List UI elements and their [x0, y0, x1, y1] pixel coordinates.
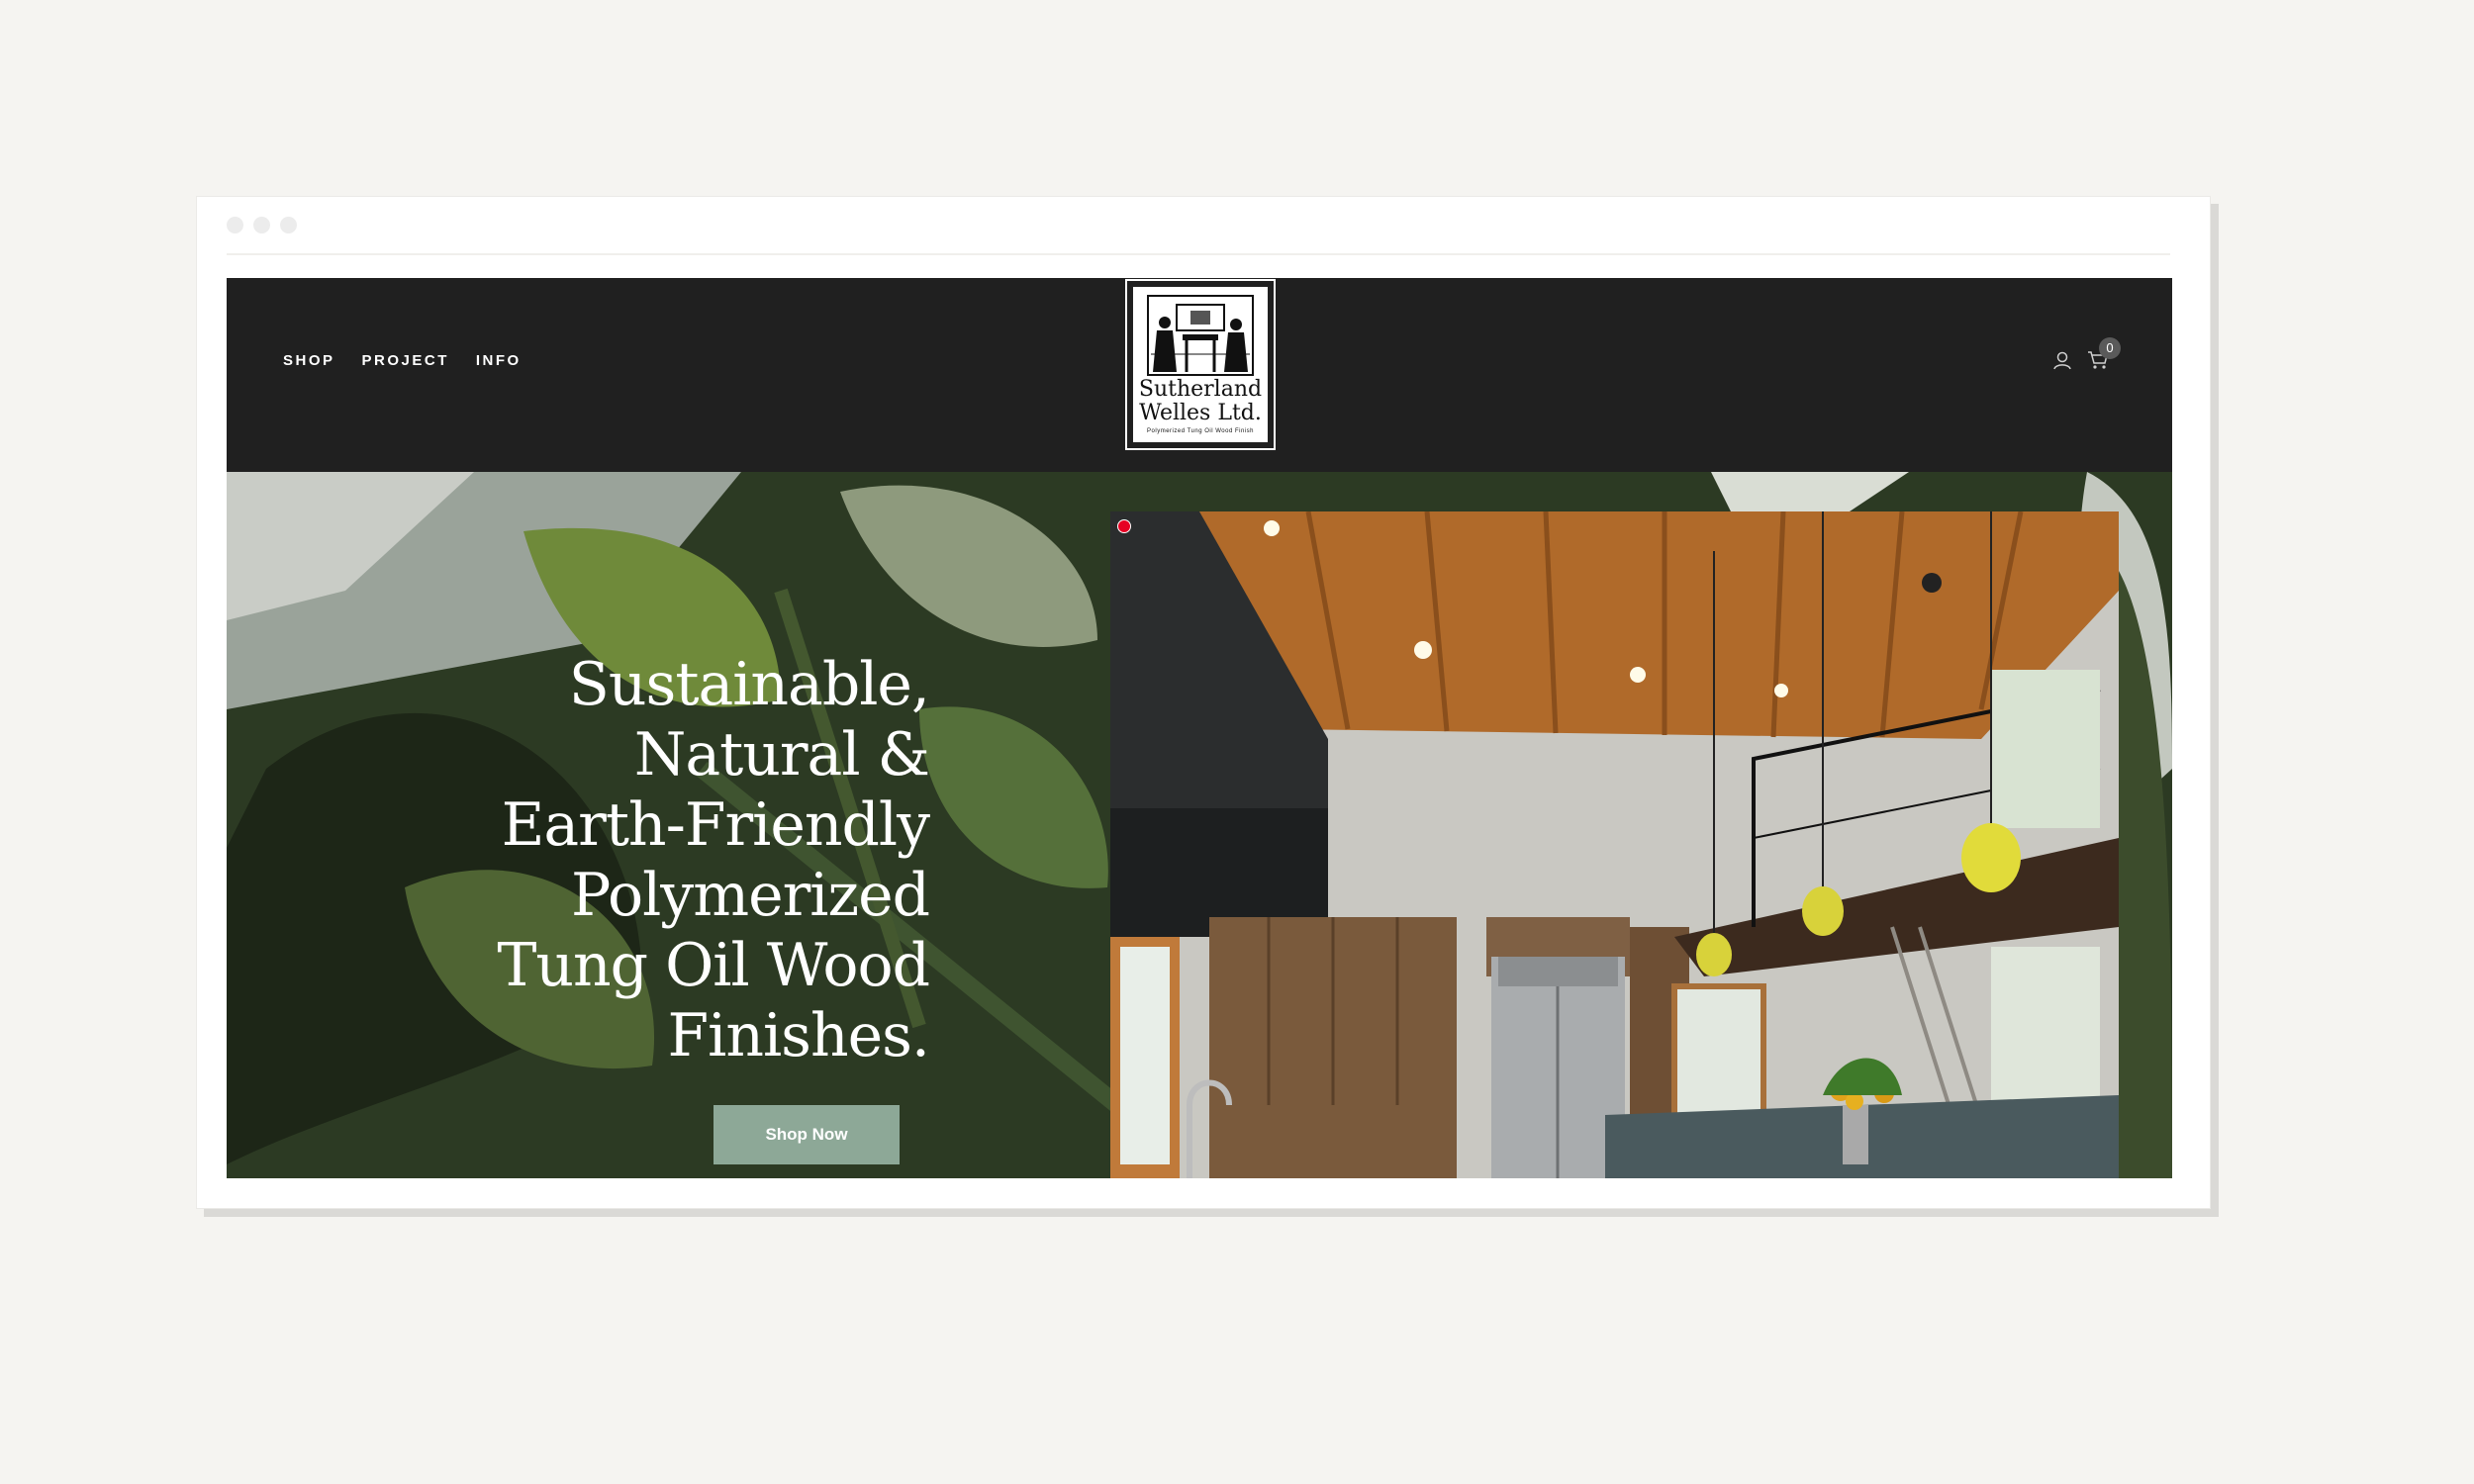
shop-now-button[interactable]: Shop Now: [714, 1105, 900, 1164]
hero-headline-line: Sustainable,: [568, 650, 930, 719]
logo-name-line1: Sutherland: [1138, 377, 1263, 402]
hero-headline-line: Finishes.: [667, 1001, 930, 1070]
site-logo[interactable]: Sutherland Welles Ltd. Polymerized Tung …: [1125, 279, 1276, 450]
logo-illustration: [1147, 295, 1254, 376]
header-actions: 0: [2049, 337, 2121, 373]
nav-project[interactable]: PROJECT: [362, 352, 449, 369]
window-dot-minimize[interactable]: [253, 217, 270, 233]
main-nav: SHOP PROJECT INFO: [283, 352, 522, 369]
hero-headline-line: Polymerized: [571, 861, 930, 930]
kitchen-interior-image: [1110, 511, 2119, 1178]
hero-headline-line: Natural &: [633, 720, 930, 789]
site-header: SHOP PROJECT INFO Sutherland Welles Ltd.…: [227, 278, 2172, 472]
logo-badge: Sutherland Welles Ltd. Polymerized Tung …: [1132, 286, 1269, 443]
window-controls: [227, 217, 297, 233]
hero-headline: Sustainable, Natural & Earth-Friendly Po…: [375, 650, 930, 1071]
nav-info[interactable]: INFO: [476, 352, 522, 369]
browser-frame: SHOP PROJECT INFO Sutherland Welles Ltd.…: [196, 196, 2211, 1209]
toolbar-divider: [227, 253, 2170, 255]
logo-tagline: Polymerized Tung Oil Wood Finish: [1147, 428, 1254, 434]
window-dot-maximize[interactable]: [280, 217, 297, 233]
window-dot-close[interactable]: [227, 217, 243, 233]
hero-section: Sustainable, Natural & Earth-Friendly Po…: [227, 472, 2172, 1178]
cart-count-badge: 0: [2099, 337, 2121, 359]
logo-name-line2: Welles Ltd.: [1139, 401, 1262, 425]
nav-shop[interactable]: SHOP: [283, 352, 335, 369]
website: SHOP PROJECT INFO Sutherland Welles Ltd.…: [227, 278, 2172, 1178]
pinterest-icon[interactable]: [1117, 519, 1131, 533]
hero-headline-line: Tung Oil Wood: [497, 931, 930, 1000]
cart-icon[interactable]: 0: [2085, 337, 2121, 373]
user-icon[interactable]: [2049, 347, 2075, 373]
kitchen-photo: [1110, 511, 2119, 1178]
logo-wordmark: Sutherland Welles Ltd.: [1133, 378, 1268, 425]
hero-headline-line: Earth-Friendly: [501, 790, 930, 860]
